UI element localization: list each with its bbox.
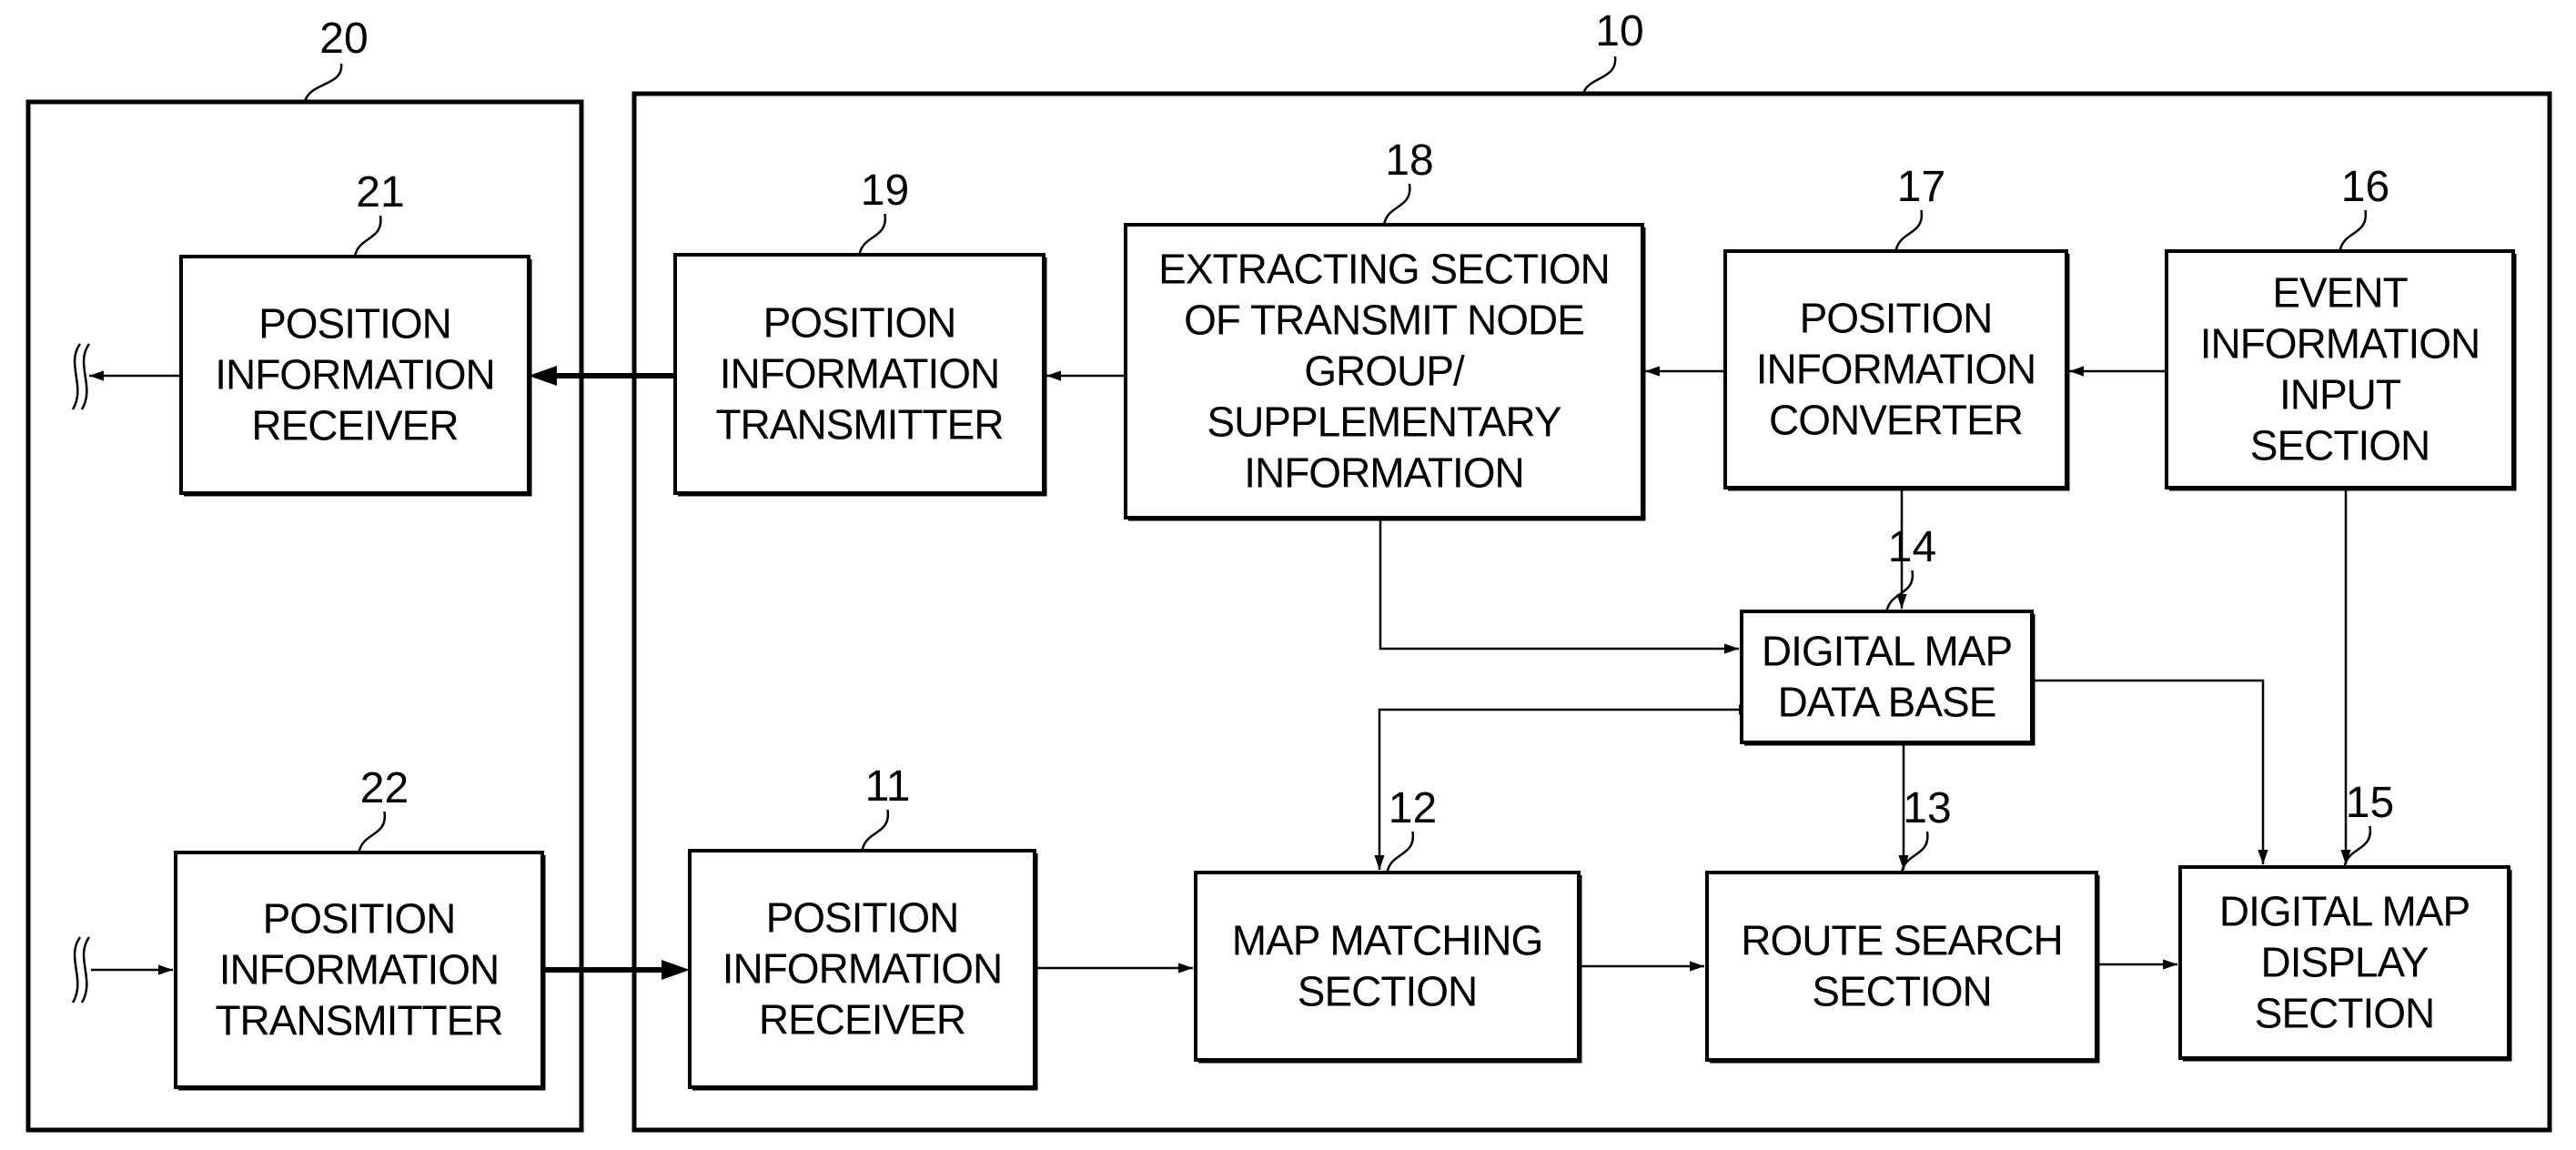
block-label-line: SECTION [1812,968,1991,1015]
block-label-line: DIGITAL MAP [1762,628,2012,675]
ref-label-13: 13 [1903,784,1951,832]
leader-line-19 [858,213,886,256]
block-label-line: DISPLAY [2261,939,2429,986]
block-label-line: POSITION [766,894,959,942]
blocks-layer: POSITIONINFORMATIONRECEIVER21POSITIONINF… [174,136,2517,1091]
leader-line-21 [353,215,382,257]
ref-label-21: 21 [356,168,404,217]
block-label-line: MAP MATCHING [1232,917,1543,964]
leader-line-20 [303,63,343,103]
block-extracting-section-18: EXTRACTING SECTIONOF TRANSMIT NODEGROUP/… [1124,136,1646,521]
antenna-wave-icon-bottom [71,936,82,1004]
block-position-information-transmitter-22: POSITIONINFORMATIONTRANSMITTER 22 [174,764,546,1091]
block-label-line: TRANSMITTER [715,401,1003,449]
ref-label-10: 10 [1595,7,1643,55]
arrowhead-into-11 [662,960,690,980]
leader-line-11 [861,809,889,852]
ref-label-15: 15 [2346,779,2394,827]
leader-line-10 [1581,55,1617,95]
block-label-line: ROUTE SEARCH [1741,917,2062,964]
antenna-wave-icon-top [71,343,82,410]
antenna-wave-icon-top-2 [80,343,91,410]
block-box [1705,871,2098,1062]
block-label-line: SECTION [1298,968,1477,1015]
block-route-search-section-13: ROUTE SEARCHSECTION 13 [1705,784,2100,1064]
block-label-line: POSITION [1800,295,1993,342]
block-label-line: INFORMATION [2200,320,2480,368]
leader-line-12 [1386,831,1414,873]
ref-label-14: 14 [1888,523,1936,571]
block-label-line: RECEIVER [251,402,458,449]
ref-label-12: 12 [1389,784,1437,832]
block-event-information-input-section-16: EVENTINFORMATIONINPUTSECTION 16 [2165,163,2517,491]
block-label-line: INFORMATION [1756,346,2036,393]
block-label-line: INFORMATION [720,350,1000,398]
leader-line-16 [2339,209,2367,252]
block-label-line: RECEIVER [759,996,965,1044]
leader-line-14 [1885,570,1914,612]
arrow-14-15 [2020,675,2268,864]
block-position-information-transmitter-19: POSITIONINFORMATIONTRANSMITTER 19 [673,166,1047,497]
block-label-line: DIGITAL MAP [2219,888,2470,935]
block-position-information-receiver-21: POSITIONINFORMATIONRECEIVER 21 [179,168,532,497]
ref-label-19: 19 [861,166,909,215]
ref-label-16: 16 [2341,163,2389,211]
block-label-line: OF TRANSMIT NODE [1184,297,1584,344]
block-digital-map-data-base-14: DIGITAL MAPDATA BASE 14 [1740,523,2036,746]
ref-label-20: 20 [319,15,368,63]
leader-line-18 [1382,183,1411,226]
block-position-information-receiver-11: POSITIONINFORMATIONRECEIVER 11 [688,762,1038,1091]
leader-line-15 [2343,825,2371,868]
block-label-line: EXTRACTING SECTION [1158,246,1610,293]
block-label-line: GROUP/ [1304,348,1465,395]
block-label-line: SUPPLEMENTARY [1207,398,1561,446]
block-label-line: INPUT [2279,371,2401,419]
block-position-information-converter-17: POSITIONINFORMATIONCONVERTER 17 [1723,163,2070,491]
block-diagram: 20 10 POSITIONINFORMATIONRECEIVER21POSIT… [25,7,2552,1133]
block-box [1194,871,1581,1062]
leader-line-17 [1894,209,1923,252]
block-label-line: POSITION [263,895,456,943]
block-label-line: TRANSMITTER [215,997,502,1044]
block-digital-map-display-section-15: DIGITAL MAPDISPLAYSECTION 15 [2178,779,2512,1062]
leader-line-13 [1900,831,1929,873]
leader-line-22 [358,811,386,853]
arrowhead-into-21 [529,366,557,386]
block-label-line: POSITION [258,300,451,348]
block-label-line: POSITION [763,299,956,347]
block-label-line: EVENT [2272,269,2408,317]
ref-label-22: 22 [360,764,409,812]
ref-label-11: 11 [865,762,911,811]
antenna-wave-icon-bottom-2 [80,936,91,1004]
block-label-line: CONVERTER [1769,397,2023,444]
block-label-line: INFORMATION [722,945,1003,993]
block-label-line: DATA BASE [1778,679,1996,726]
block-label-line: INFORMATION [1244,449,1524,497]
ref-label-17: 17 [1897,163,1945,211]
ref-label-18: 18 [1385,136,1433,185]
arrow-18-14 [1375,506,1739,654]
block-label-line: SECTION [2255,990,2434,1037]
block-label-line: SECTION [2250,422,2430,469]
block-label-line: INFORMATION [219,946,500,994]
block-map-matching-section-12: MAP MATCHINGSECTION 12 [1194,784,1582,1064]
block-label-line: INFORMATION [215,351,495,398]
